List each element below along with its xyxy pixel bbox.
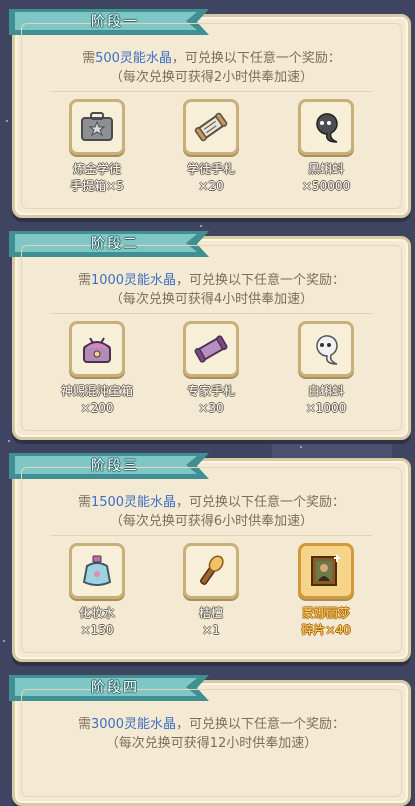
stage-title: 阶段四 — [91, 680, 139, 696]
stage-panel-2: 阶段二 需1000灵能水晶，可兑换以下任意一个奖励： （每次兑换可获得4小时供奉… — [9, 231, 411, 440]
torch-icon — [183, 543, 239, 599]
crystal-cost: 3000灵能水晶 — [90, 717, 177, 732]
stage-bonus-note: （每次兑换可获得6小时供奉加速） — [109, 514, 314, 529]
reward-item[interactable]: 白蝌蚪 ×1000 — [271, 321, 381, 417]
stage-bonus-note: （每次兑换可获得2小时供奉加速） — [109, 70, 314, 85]
reward-item[interactable]: 专家手札 ×30 — [156, 321, 266, 417]
stage-title: 阶段二 — [91, 236, 139, 252]
mona-lisa-painting-icon — [298, 543, 354, 599]
stage-title: 阶段三 — [91, 458, 139, 474]
toolbox-icon — [69, 99, 125, 155]
reward-item[interactable]: 炼金学徒 手提箱×5 — [42, 99, 152, 195]
stage-panel-1: 阶段一 需500灵能水晶，可兑换以下任意一个奖励： （每次兑换可获得2小时供奉加… — [9, 9, 411, 218]
divider — [51, 535, 372, 536]
black-tadpole-icon — [298, 99, 354, 155]
reward-item[interactable]: 桔檀 ×1 — [156, 543, 266, 639]
reward-item[interactable]: 化妆水 ×150 — [42, 543, 152, 639]
reward-item[interactable]: 学徒手札 ×20 — [156, 99, 266, 195]
stage-title: 阶段一 — [91, 14, 139, 30]
expert-scroll-icon — [183, 321, 239, 377]
stage-panel-4: 阶段四 需3000灵能水晶，可兑换以下任意一个奖励： （每次兑换可获得12小时供… — [9, 675, 411, 806]
divider — [51, 313, 372, 314]
reward-item[interactable]: 蒙娜丽莎 碎片×40 — [271, 543, 381, 639]
stage-requirement: 需1000灵能水晶，可兑换以下任意一个奖励： — [77, 273, 346, 288]
divider — [51, 91, 372, 92]
crystal-cost: 1000灵能水晶 — [90, 273, 177, 288]
white-tadpole-icon — [298, 321, 354, 377]
stage-requirement: 需500灵能水晶，可兑换以下任意一个奖励： — [82, 51, 341, 66]
reward-item[interactable]: 神赐混沌宝箱 ×200 — [42, 321, 152, 417]
stage-panel-3: 阶段三 需1500灵能水晶，可兑换以下任意一个奖励： （每次兑换可获得6小时供奉… — [9, 453, 411, 662]
stage-requirement: 需3000灵能水晶，可兑换以下任意一个奖励： — [77, 717, 346, 732]
stage-bonus-note: （每次兑换可获得4小时供奉加速） — [109, 292, 314, 307]
chaos-chest-icon — [69, 321, 125, 377]
scroll-icon — [183, 99, 239, 155]
reward-item[interactable]: 黑蝌蚪 ×50000 — [271, 99, 381, 195]
stage-bonus-note: （每次兑换可获得12小时供奉加速） — [105, 736, 318, 751]
stage-requirement: 需1500灵能水晶，可兑换以下任意一个奖励： — [77, 495, 346, 510]
crystal-cost: 1500灵能水晶 — [90, 495, 177, 510]
perfume-bottle-icon — [69, 543, 125, 599]
crystal-cost: 500灵能水晶 — [95, 51, 172, 66]
